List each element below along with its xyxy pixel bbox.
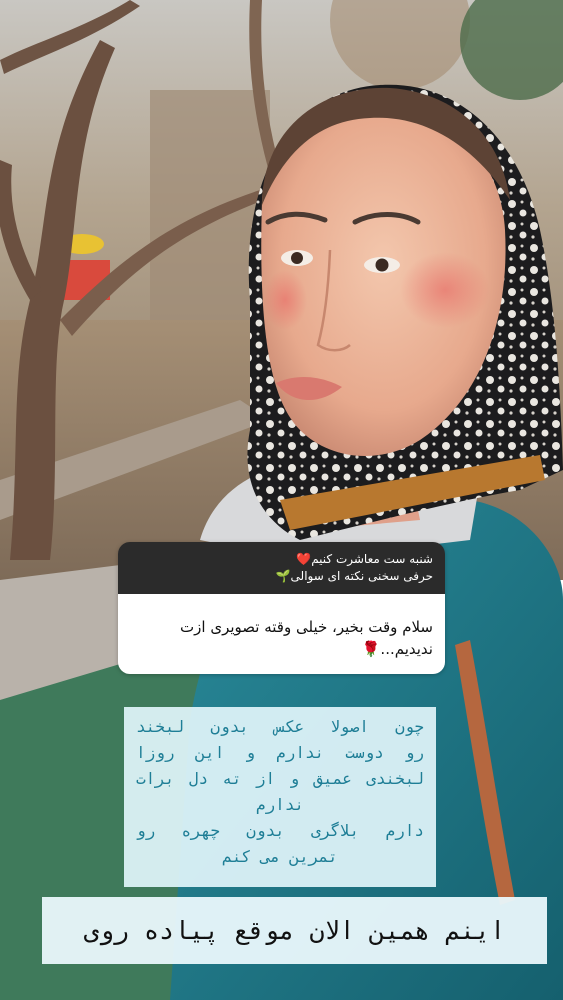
caption-line: لبخندی عمیق و از ته دل برات [136, 769, 424, 788]
caption-sticker: چون اصولا عکس بدون لبخند رو دوست ندارم و… [124, 707, 436, 887]
caption-line: تمرین می کنم [222, 847, 338, 866]
caption-text: چون اصولا عکس بدون لبخند رو دوست ندارم و… [124, 707, 436, 870]
question-sticker: شنبه ست معاشرت کنیم❤️ حرفی سخنی نکته ای … [118, 542, 445, 674]
caption-line: چون اصولا عکس بدون لبخند [136, 717, 424, 736]
caption-line: دارم بلاگری بدون چهره رو [136, 821, 424, 840]
caption-line: رو دوست ندارم و این روزا [136, 743, 424, 762]
question-prompt: شنبه ست معاشرت کنیم❤️ حرفی سخنی نکته ای … [118, 542, 445, 594]
question-answer: سلام وقت بخیر، خیلی وقته تصویری ازت ندید… [118, 594, 445, 674]
bottom-caption-text: اینم همین الان موقع پیاده روی [83, 916, 506, 945]
question-prompt-line2: حرفی سخنی نکته ای سوالی🌱 [275, 569, 433, 583]
bottom-caption-sticker: اینم همین الان موقع پیاده روی [42, 897, 547, 964]
caption-line: ندارم [255, 795, 305, 814]
question-prompt-line1: شنبه ست معاشرت کنیم❤️ [296, 552, 433, 566]
